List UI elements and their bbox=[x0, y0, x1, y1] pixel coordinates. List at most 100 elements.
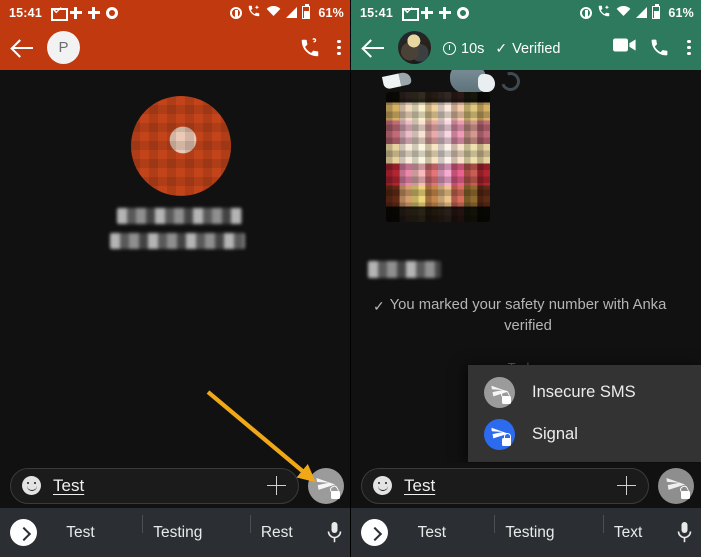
panel-signal-conversation: 15:41 61% 10s ✓ Verified ✓ You marked yo… bbox=[351, 0, 701, 557]
conversation-subtitle: 10s ✓ Verified bbox=[443, 40, 613, 57]
sync-icon bbox=[420, 6, 433, 19]
menu-item-label: Signal bbox=[532, 424, 578, 443]
video-call-icon[interactable] bbox=[613, 37, 636, 59]
suggestion-item[interactable]: Testing bbox=[494, 514, 564, 542]
overflow-menu-icon[interactable] bbox=[687, 38, 691, 58]
contact-avatar-redacted bbox=[386, 92, 490, 222]
verified-label: Verified bbox=[512, 40, 561, 57]
microphone-icon[interactable] bbox=[326, 521, 343, 544]
suggestion-list-right: Test Testing Text bbox=[388, 514, 672, 542]
locked-padlock-icon bbox=[502, 432, 512, 446]
app-bar-actions-right bbox=[613, 37, 691, 59]
suggestion-item[interactable]: Rest bbox=[249, 514, 303, 542]
unlocked-padlock-icon bbox=[502, 395, 511, 404]
suggestion-bar-left: Test Testing Rest bbox=[0, 508, 351, 557]
menu-item-signal[interactable]: Signal bbox=[468, 413, 701, 455]
phone-sound-icon bbox=[597, 4, 611, 21]
back-arrow-icon[interactable] bbox=[12, 37, 34, 59]
back-arrow-icon[interactable] bbox=[363, 37, 385, 59]
composer-left: Test bbox=[0, 463, 351, 508]
sync-icon bbox=[87, 6, 100, 19]
suggestion-item[interactable]: Text bbox=[602, 514, 652, 542]
send-mode-popup-menu: Insecure SMS Signal bbox=[468, 365, 701, 462]
send-button[interactable] bbox=[308, 467, 344, 504]
chevron-right-icon[interactable] bbox=[361, 519, 388, 546]
signal-bars-icon bbox=[286, 7, 298, 18]
contact-avatar-redacted bbox=[131, 96, 231, 196]
sync-icon bbox=[438, 6, 451, 19]
status-bar-left: 15:41 61% bbox=[0, 0, 351, 25]
message-input-text: Test bbox=[404, 475, 436, 495]
contact-number-redacted bbox=[110, 233, 245, 249]
suggestion-item[interactable]: Test bbox=[56, 524, 104, 542]
sticker-shape bbox=[497, 70, 524, 95]
mail-icon bbox=[50, 6, 68, 21]
avatar[interactable] bbox=[398, 31, 431, 64]
send-button[interactable] bbox=[658, 467, 694, 504]
send-signal-icon bbox=[484, 418, 515, 450]
app-bar-right: 10s ✓ Verified bbox=[351, 25, 701, 70]
panel-divider bbox=[350, 0, 351, 557]
battery-percent-label: 61% bbox=[668, 5, 694, 20]
unlocked-padlock-icon bbox=[681, 490, 690, 499]
avatar[interactable]: P bbox=[47, 31, 80, 64]
microphone-icon[interactable] bbox=[676, 521, 693, 544]
emoji-icon[interactable] bbox=[373, 476, 392, 495]
call-icon[interactable] bbox=[649, 37, 671, 59]
sync-icon bbox=[69, 6, 82, 19]
contact-title[interactable]: 10s ✓ Verified bbox=[443, 38, 613, 57]
phone-sound-icon bbox=[247, 4, 261, 21]
battery-percent-label: 61% bbox=[318, 5, 344, 20]
battery-icon bbox=[302, 4, 311, 19]
avatar-initial: P bbox=[58, 39, 69, 56]
plus-icon[interactable] bbox=[267, 476, 286, 495]
do-not-disturb-icon bbox=[230, 6, 243, 19]
suggestion-bar-right: Test Testing Text bbox=[351, 508, 701, 557]
plus-icon[interactable] bbox=[617, 476, 636, 495]
unlocked-padlock-icon bbox=[331, 490, 340, 499]
composer-right: Test bbox=[351, 463, 701, 508]
menu-item-insecure-sms[interactable]: Insecure SMS bbox=[468, 371, 701, 413]
safety-number-notice-text: You marked your safety number with Anka … bbox=[389, 297, 667, 335]
check-icon: ✓ bbox=[373, 298, 385, 314]
status-bar-notification-icons bbox=[50, 6, 118, 21]
status-bar-notification-icons bbox=[401, 6, 469, 21]
do-not-disturb-icon bbox=[580, 6, 593, 19]
status-bar-system-icons: 61% bbox=[580, 4, 694, 21]
message-input[interactable]: Test bbox=[361, 467, 649, 504]
suggestion-item[interactable]: Testing bbox=[142, 514, 212, 542]
panel-sms-conversation: 15:41 61% P Test Test Testing Rest bbox=[0, 0, 351, 557]
send-insecure-sms-icon bbox=[484, 376, 515, 408]
suggestion-item[interactable]: Test bbox=[408, 524, 456, 542]
conversation-body-left bbox=[0, 70, 351, 463]
message-input[interactable]: Test bbox=[10, 467, 299, 504]
overflow-menu-icon[interactable] bbox=[337, 38, 341, 58]
app-bar-actions-left bbox=[299, 37, 341, 59]
contact-name-redacted-large bbox=[368, 261, 441, 278]
battery-icon bbox=[652, 4, 661, 19]
menu-item-label: Insecure SMS bbox=[532, 382, 636, 401]
message-input-text: Test bbox=[53, 475, 85, 495]
contact-name-redacted-large bbox=[117, 208, 242, 224]
conversation-body-right: ✓ You marked your safety number with Ank… bbox=[351, 70, 701, 463]
signal-bars-icon bbox=[636, 7, 648, 18]
disappearing-timer-value: 10s bbox=[461, 40, 485, 57]
verified-check-icon: ✓ bbox=[495, 40, 508, 56]
sticker-shape bbox=[381, 71, 413, 90]
status-bar-right: 15:41 61% bbox=[351, 0, 701, 25]
app-bar-left: P bbox=[0, 25, 351, 70]
wifi-icon bbox=[616, 5, 631, 20]
gear-icon bbox=[456, 6, 469, 19]
status-bar-system-icons: 61% bbox=[230, 4, 344, 21]
emoji-icon[interactable] bbox=[22, 476, 41, 495]
suggestion-list-left: Test Testing Rest bbox=[37, 514, 322, 542]
chevron-right-icon[interactable] bbox=[10, 519, 37, 546]
sticker-shape bbox=[478, 74, 495, 92]
mail-icon bbox=[401, 6, 419, 21]
status-bar-time: 15:41 bbox=[9, 5, 42, 20]
gear-icon bbox=[105, 6, 118, 19]
status-bar-time: 15:41 bbox=[360, 5, 393, 20]
disappearing-timer-icon bbox=[443, 42, 456, 55]
call-back-icon[interactable] bbox=[299, 37, 321, 59]
safety-number-notice: ✓ You marked your safety number with Ank… bbox=[373, 295, 683, 338]
